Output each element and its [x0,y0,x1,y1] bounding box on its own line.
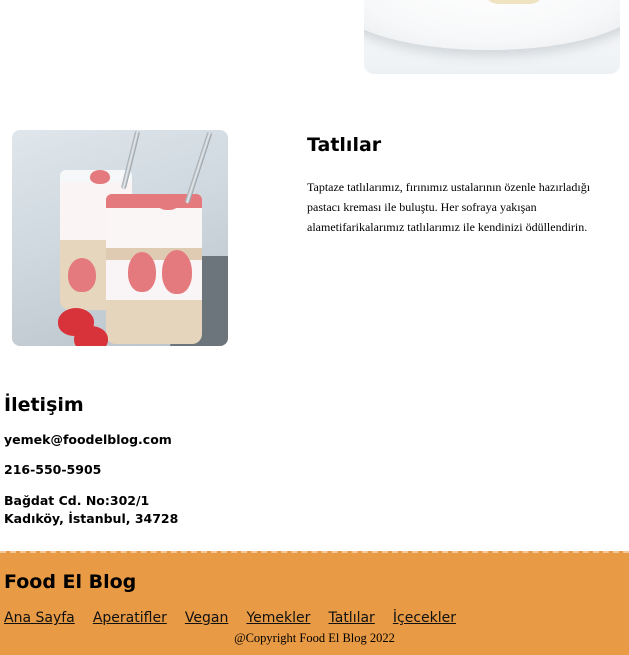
footer-link-yemekler[interactable]: Yemekler [246,610,310,626]
contact-email: yemek@foodelblog.com [4,432,172,447]
spoon-shape [184,131,213,204]
footer-title: Food El Blog [4,571,137,593]
footer-link-tatlilar[interactable]: Tatlılar [329,610,375,626]
plate-photo [364,0,620,74]
footer-link-vegan[interactable]: Vegan [185,610,228,626]
footer-link-ana-sayfa[interactable]: Ana Sayfa [4,610,75,626]
plate-shape [364,0,620,50]
copyright-text: @Copyright Food El Blog 2022 [234,631,395,645]
dessert-photo [12,130,228,346]
contact-title: İletişim [4,394,84,416]
footer-nav: Ana Sayfa Aperatifler Vegan Yemekler Tat… [4,607,469,626]
strawberry-shape [74,326,108,346]
dessert-title: Tatlılar [307,134,382,156]
footer-link-aperatifler[interactable]: Aperatifler [93,610,167,626]
dessert-description: Taptaze tatlılarımız, fırınımız ustaları… [307,180,591,234]
contact-phone: 216-550-5905 [4,462,102,477]
contact-address-line1: Bağdat Cd. No:302/1 [4,493,150,508]
footer: Food El Blog Ana Sayfa Aperatifler Vegan… [0,551,629,655]
front-jar [106,194,202,344]
contact-address-line2: Kadıköy, İstanbul, 34728 [4,511,179,526]
footer-link-icecekler[interactable]: İçecekler [393,610,456,626]
